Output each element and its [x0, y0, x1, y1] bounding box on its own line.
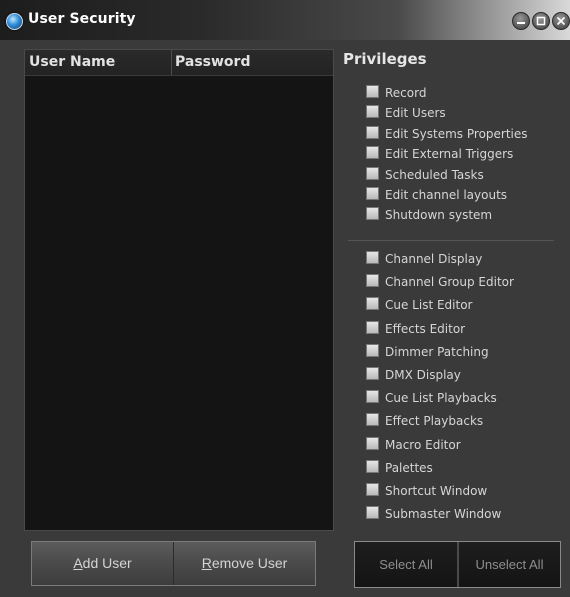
checkbox-unchecked[interactable]	[366, 251, 379, 264]
checkbox-unchecked[interactable]	[366, 187, 379, 200]
privilege-label: Effects Editor	[385, 321, 466, 336]
checkbox-unchecked[interactable]	[366, 297, 379, 311]
privilege-checkbox-edit-users[interactable]: Edit Users	[366, 105, 446, 121]
privilege-checkbox-scheduled-tasks[interactable]: Scheduled Tasks	[366, 166, 484, 183]
add-user-mnemonic: A	[73, 555, 83, 571]
remove-user-button[interactable]: Remove User	[174, 542, 315, 585]
add-user-label: dd User	[82, 555, 132, 571]
privilege-label: Submaster Window	[385, 507, 502, 522]
privilege-checkbox-dmx-display[interactable]: DMX Display	[366, 367, 461, 383]
privilege-checkbox-cue-list-editor[interactable]: Cue List Editor	[366, 297, 473, 313]
unselect-all-button[interactable]: Unselect All	[459, 542, 560, 587]
privilege-label: Edit channel layouts	[385, 188, 508, 202]
privilege-label: Scheduled Tasks	[385, 167, 484, 182]
privilege-label: DMX Display	[385, 368, 461, 382]
privileges-heading: Privileges	[343, 50, 427, 68]
maximize-icon[interactable]	[532, 12, 550, 30]
checkbox-unchecked[interactable]	[366, 320, 379, 334]
window-title: User Security	[28, 11, 136, 27]
privilege-label: Macro Editor	[385, 437, 461, 452]
privilege-checkbox-effect-playbacks[interactable]: Effect Playbacks	[366, 413, 483, 429]
privilege-label: Edit External Triggers	[385, 147, 514, 162]
privilege-label: Shortcut Window	[385, 484, 488, 498]
title-bar[interactable]: User Security	[0, 0, 570, 40]
column-header-user-name[interactable]: User Name	[29, 54, 115, 70]
privilege-label: Dimmer Patching	[385, 344, 489, 359]
privileges-divider	[348, 240, 554, 241]
checkbox-unchecked[interactable]	[366, 436, 379, 450]
privilege-checkbox-palettes[interactable]: Palettes	[366, 459, 433, 476]
add-user-button[interactable]: Add User	[32, 542, 173, 585]
privilege-checkbox-macro-editor[interactable]: Macro Editor	[366, 436, 461, 453]
privilege-checkbox-edit-external-triggers[interactable]: Edit External Triggers	[366, 146, 513, 162]
privilege-checkbox-submaster-window[interactable]: Submaster Window	[366, 506, 501, 522]
checkbox-unchecked[interactable]	[366, 390, 379, 404]
privilege-checkbox-effects-editor[interactable]: Effects Editor	[366, 320, 466, 337]
privilege-checkbox-cue-list-playbacks[interactable]: Cue List Playbacks	[366, 390, 497, 406]
checkbox-unchecked[interactable]	[366, 85, 379, 98]
column-header-password[interactable]: Password	[175, 54, 250, 70]
user-action-buttons: Add User Remove User	[31, 541, 316, 586]
user-list-table[interactable]: User Name Password	[24, 49, 334, 531]
select-all-button[interactable]: Select All	[355, 542, 457, 587]
checkbox-unchecked[interactable]	[366, 413, 379, 427]
privilege-label: Shutdown system	[385, 208, 493, 223]
close-icon[interactable]	[552, 12, 570, 30]
minimize-icon[interactable]	[512, 12, 530, 30]
privilege-checkbox-channel-display[interactable]: Channel Display	[366, 251, 482, 267]
checkbox-unchecked[interactable]	[366, 459, 379, 473]
privilege-checkbox-edit-systems-properties[interactable]: Edit Systems Properties	[366, 125, 528, 142]
privilege-label: Channel Group Editor	[385, 275, 514, 290]
user-list-header: User Name Password	[25, 50, 333, 76]
checkbox-unchecked[interactable]	[366, 343, 379, 357]
privilege-checkbox-shortcut-window[interactable]: Shortcut Window	[366, 483, 487, 499]
privilege-checkbox-edit-channel-layouts[interactable]: Edit channel layouts	[366, 187, 507, 203]
checkbox-unchecked[interactable]	[366, 367, 379, 380]
privilege-label: Cue List Editor	[385, 298, 473, 313]
app-orb-icon	[6, 13, 23, 30]
selection-buttons: Select All Unselect All	[354, 541, 561, 588]
column-divider[interactable]	[171, 50, 172, 75]
remove-user-label: emove User	[211, 555, 288, 571]
privilege-checkbox-record[interactable]: Record	[366, 85, 426, 101]
privilege-label: Channel Display	[385, 252, 483, 266]
privilege-label: Edit Systems Properties	[385, 126, 528, 141]
privilege-label: Edit Users	[385, 106, 446, 121]
checkbox-unchecked[interactable]	[366, 207, 379, 221]
checkbox-unchecked[interactable]	[366, 105, 379, 119]
privilege-label: Record	[385, 86, 427, 100]
checkbox-unchecked[interactable]	[366, 506, 379, 520]
privilege-checkbox-dimmer-patching[interactable]: Dimmer Patching	[366, 343, 489, 360]
checkbox-unchecked[interactable]	[366, 166, 379, 180]
checkbox-unchecked[interactable]	[366, 274, 379, 288]
privilege-label: Palettes	[385, 460, 433, 475]
privilege-label: Effect Playbacks	[385, 414, 484, 429]
privilege-checkbox-channel-group-editor[interactable]: Channel Group Editor	[366, 274, 514, 290]
user-security-window: User Security User Name Password Add Use…	[0, 0, 570, 597]
remove-user-mnemonic: R	[201, 555, 212, 571]
checkbox-unchecked[interactable]	[366, 483, 379, 496]
privilege-label: Cue List Playbacks	[385, 391, 497, 406]
privilege-checkbox-shutdown-system[interactable]: Shutdown system	[366, 207, 492, 223]
checkbox-unchecked[interactable]	[366, 146, 379, 160]
checkbox-unchecked[interactable]	[366, 125, 379, 139]
